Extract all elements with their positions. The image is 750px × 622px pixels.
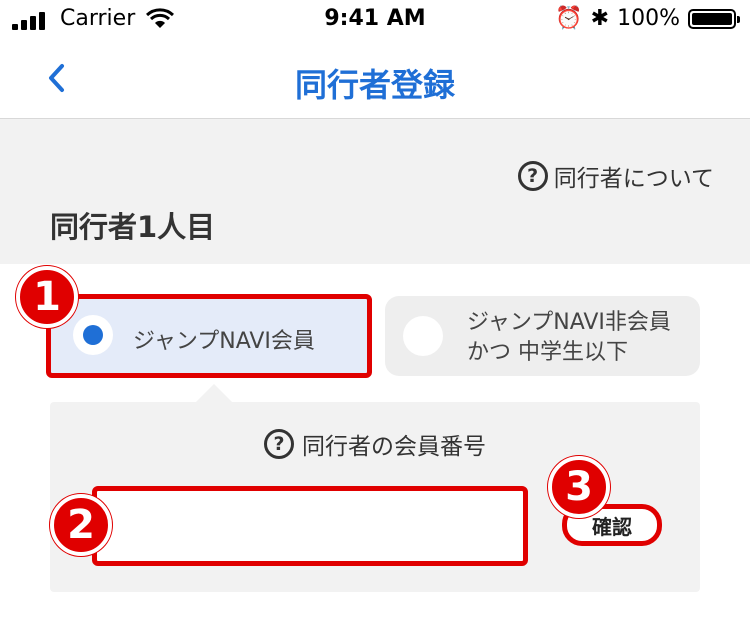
annotation-marker-1: 1: [16, 266, 78, 328]
status-bar: Carrier 9:41 AM ⏰ ✱ 100%: [0, 0, 750, 40]
member-number-field[interactable]: [92, 486, 528, 566]
annotation-marker-2: 2: [50, 494, 112, 556]
radio-selected[interactable]: [73, 315, 113, 355]
member-number-heading: ? 同行者の会員番号: [50, 427, 700, 461]
member-number-input[interactable]: [97, 491, 523, 561]
status-right: ⏰ ✱ 100%: [555, 6, 740, 31]
panel-pointer: [196, 384, 232, 402]
question-icon[interactable]: ?: [264, 429, 294, 459]
companion-header: ? 同行者について 同行者1人目: [0, 119, 750, 264]
option-member-label: ジャンプNAVI会員: [133, 329, 315, 354]
member-number-label: 同行者の会員番号: [302, 434, 486, 460]
about-companion-link[interactable]: ? 同行者について: [517, 159, 714, 193]
battery-percent: 100%: [617, 6, 680, 31]
navigation-bar: 同行者登録: [0, 40, 750, 119]
bluetooth-icon: ✱: [590, 6, 610, 31]
alarm-icon: ⏰: [555, 6, 583, 31]
annotation-marker-3: 3: [548, 456, 610, 518]
about-companion-label: 同行者について: [553, 166, 714, 192]
option-non-member[interactable]: ジャンプNAVI非会員 かつ 中学生以下: [385, 296, 700, 376]
radio-unselected[interactable]: [403, 316, 443, 356]
option-non-member-label: ジャンプNAVI非会員 かつ 中学生以下: [467, 310, 671, 365]
question-icon: ?: [517, 161, 548, 191]
page-title: 同行者登録: [294, 66, 455, 104]
battery-icon: [688, 8, 740, 29]
companion-title: 同行者1人目: [50, 210, 216, 244]
option-member[interactable]: ジャンプNAVI会員: [46, 294, 372, 378]
